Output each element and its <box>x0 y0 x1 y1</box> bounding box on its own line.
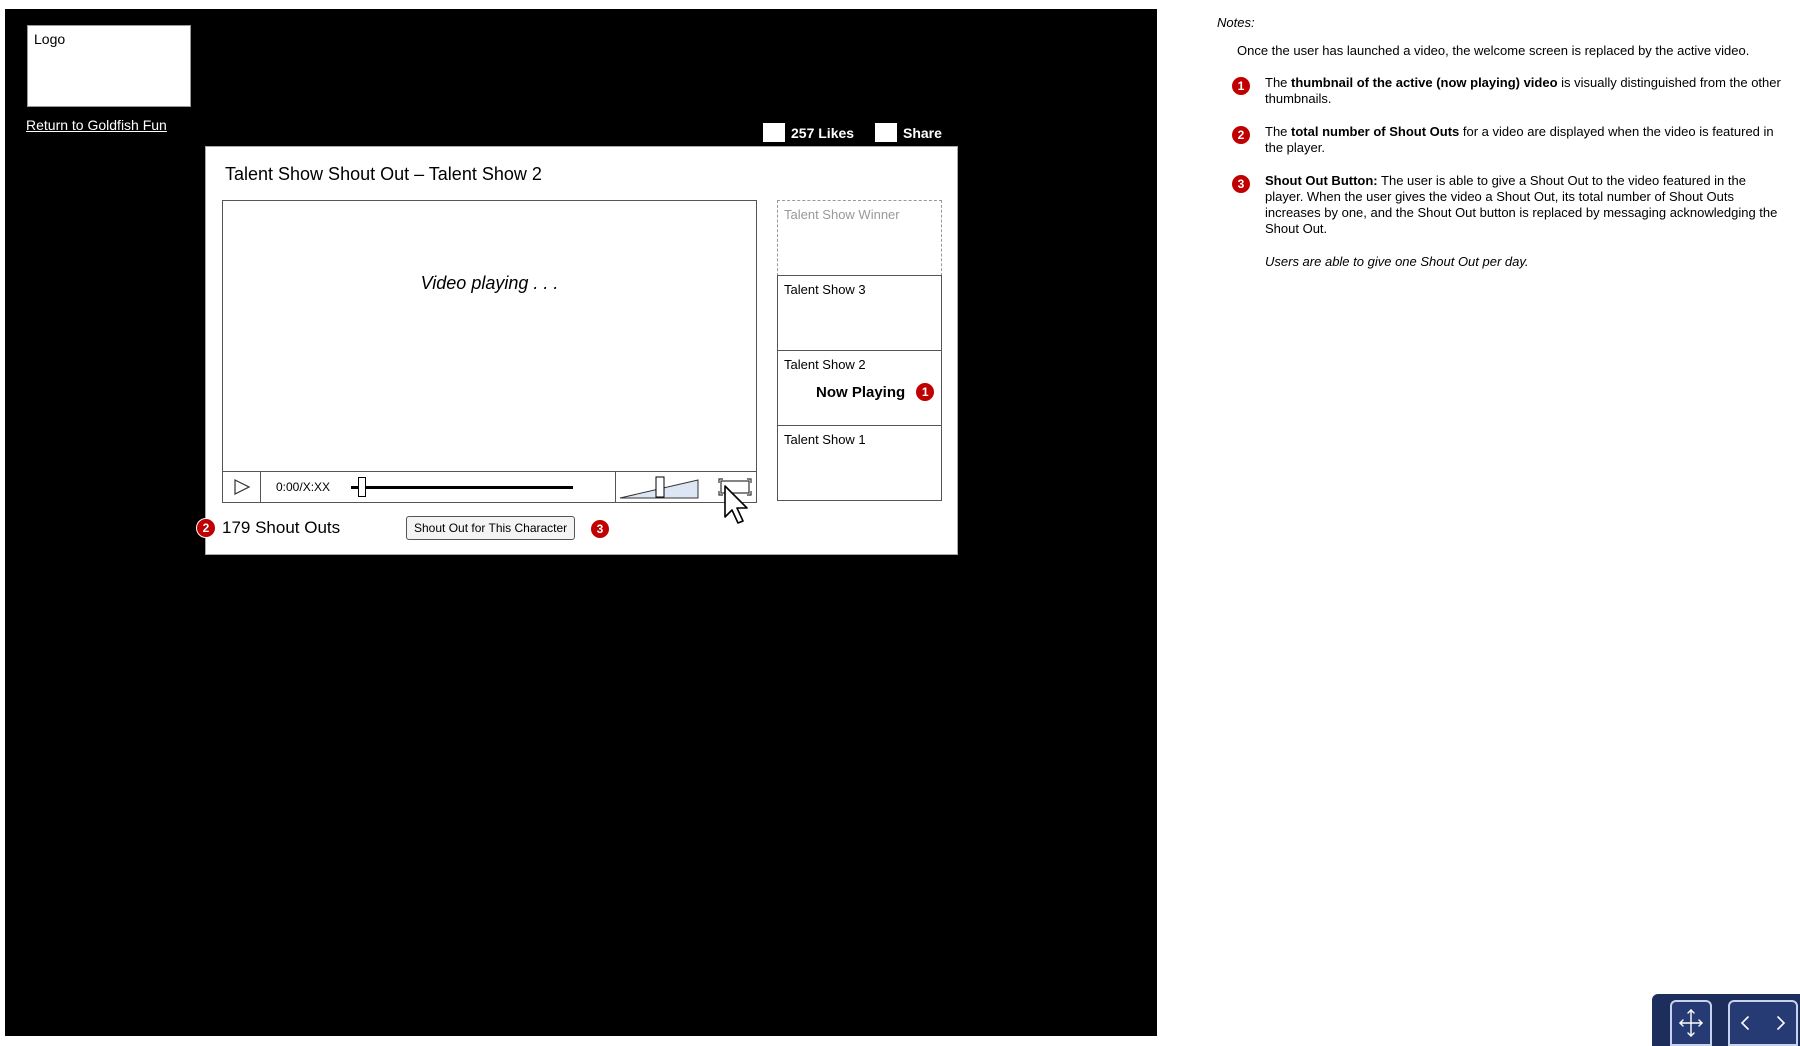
player-controls: 0:00/X:XX <box>223 471 756 502</box>
annotation-badge-3: 3 <box>1231 174 1251 194</box>
play-icon <box>233 479 250 495</box>
playlist-item[interactable]: Talent Show Winner <box>777 200 942 276</box>
note-text: The <box>1265 124 1292 139</box>
playlist-item-label: Talent Show 2 <box>784 357 866 372</box>
note-item: 3 Shout Out Button: The user is able to … <box>1217 173 1787 237</box>
note-text: The <box>1265 75 1292 90</box>
annotation-badge-2: 2 <box>196 518 216 538</box>
annotation-badge-1: 1 <box>1231 76 1251 96</box>
likes-label: 257 Likes <box>791 124 855 141</box>
share-label: Share <box>903 124 942 141</box>
playlist-item-active[interactable]: Talent Show 2 Now Playing 1 <box>777 350 942 426</box>
prev-next-button[interactable] <box>1728 1000 1798 1046</box>
expand-icon <box>1679 1009 1703 1037</box>
likes-control[interactable]: 257 Likes <box>763 123 854 142</box>
share-checkbox[interactable] <box>875 123 897 142</box>
return-to-goldfish-fun-link[interactable]: Return to Goldfish Fun <box>26 117 167 133</box>
likes-checkbox[interactable] <box>763 123 785 142</box>
notes-heading: Notes: <box>1217 15 1255 30</box>
note-sub-text: Users are able to give one Shout Out per… <box>1265 254 1529 269</box>
cursor-icon <box>724 485 748 524</box>
note-emphasis: Shout Out Button: <box>1265 173 1378 188</box>
presentation-nav <box>1652 994 1800 1046</box>
shout-out-count-label: 179 Shout Outs <box>222 518 341 537</box>
seek-handle[interactable] <box>358 477 367 497</box>
now-playing-label: Now Playing <box>816 383 906 401</box>
playlist-item[interactable]: Talent Show 3 <box>777 275 942 351</box>
playlist-item[interactable]: Talent Show 1 <box>777 425 942 501</box>
share-control[interactable]: Share <box>875 123 942 142</box>
note-emphasis: thumbnail of the active (now playing) vi… <box>1291 75 1558 90</box>
video-status: Video playing . . . <box>420 273 559 293</box>
note-item: 1 The thumbnail of the active (now playi… <box>1217 75 1787 107</box>
note-emphasis: total number of Shout Outs <box>1291 124 1460 139</box>
video-title: Talent Show Shout Out – Talent Show 2 <box>225 164 542 184</box>
notes-panel: Notes: Once the user has launched a vide… <box>1217 15 1787 270</box>
stage: Logo Return to Goldfish Fun 257 Likes Sh… <box>5 9 1157 1036</box>
note-item: 2 The total number of Shout Outs for a v… <box>1217 124 1787 156</box>
seek-bar[interactable] <box>351 486 573 489</box>
annotation-badge-3: 3 <box>590 519 610 539</box>
shout-out-count: 2 179 Shout Outs <box>196 518 340 538</box>
time-display: 0:00/X:XX <box>276 480 331 494</box>
now-playing-indicator: Now Playing 1 <box>816 382 936 402</box>
playlist-item-label: Talent Show 1 <box>784 432 866 447</box>
playlist-item-label: Talent Show Winner <box>784 207 900 222</box>
logo[interactable]: Logo <box>27 25 191 107</box>
video-panel: Talent Show Shout Out – Talent Show 2 Vi… <box>196 146 958 555</box>
logo-label: Logo <box>34 31 66 47</box>
play-button[interactable] <box>223 472 261 502</box>
notes-intro: Once the user has launched a video, the … <box>1237 43 1750 58</box>
prev-next-icon <box>1740 1016 1786 1030</box>
expand-button[interactable] <box>1670 1000 1712 1046</box>
annotation-badge-1: 1 <box>915 382 936 402</box>
shout-out-button[interactable]: Shout Out for This Character <box>406 516 576 540</box>
video-player[interactable]: Video playing . . . 0:00/X:XX <box>222 200 757 524</box>
playlist: Talent Show Winner Talent Show 3 Talent … <box>777 200 942 501</box>
annotation-badge-2: 2 <box>1231 125 1251 145</box>
playlist-item-label: Talent Show 3 <box>784 282 866 297</box>
volume-slider-icon <box>619 476 699 499</box>
